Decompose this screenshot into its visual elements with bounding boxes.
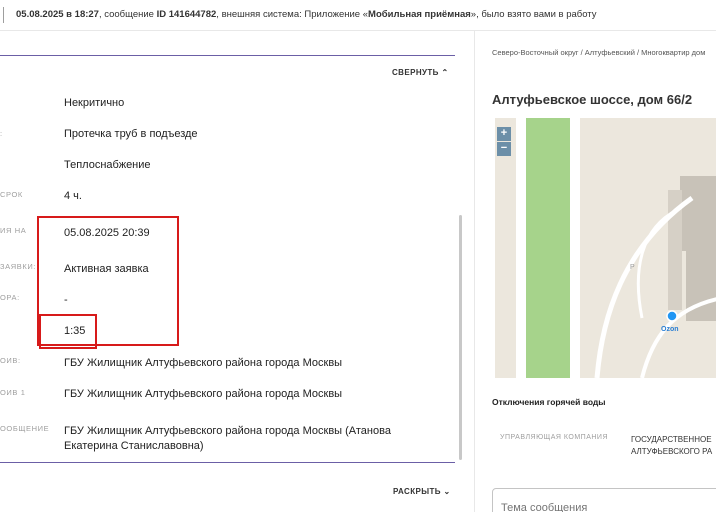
field-label: ОИВ: — [0, 356, 21, 365]
notification-text-part: , внешняя система: Приложение « — [216, 9, 369, 20]
ozon-label: Ozon — [661, 326, 679, 333]
field-executive-body-1: ГБУ Жилищник Алтуфьевского района города… — [64, 388, 343, 400]
notification-text: 05.08.2025 в 18:27, сообщение ID 1416447… — [16, 9, 597, 20]
address-title: Алтуфьевское шоссе, дом 66/2 — [492, 92, 693, 107]
field-label: ИЯ НА — [0, 226, 27, 235]
notification-system-name: Мобильная приёмная — [368, 9, 471, 20]
field-problem: Протечка труб в подъезде — [64, 128, 198, 140]
hot-water-title: Отключения горячей воды — [492, 397, 606, 407]
collapse-button[interactable]: СВЕРНУТЬ ⌃ — [392, 68, 449, 77]
field-category: Теплоснабжение — [64, 159, 151, 171]
company-value: ГОСУДАРСТВЕННОЕ АЛТУФЬЕВСКОГО РА — [631, 435, 713, 456]
notification-text-part: », было взято вами в работу — [470, 9, 597, 20]
zoom-out-button[interactable]: − — [497, 142, 511, 156]
zoom-control[interactable]: + − — [497, 127, 511, 156]
field-label: ОИВ 1 — [0, 388, 26, 397]
scrollbar[interactable] — [459, 215, 462, 460]
field-deadline: 4 ч. — [64, 190, 82, 202]
field-message-responsible: ГБУ Жилищник Алтуфьевского района города… — [64, 425, 391, 452]
notification-bar: 05.08.2025 в 18:27, сообщение ID 1416447… — [0, 0, 716, 31]
map-canvas[interactable] — [492, 118, 716, 378]
field-label: ООБЩЕНИЕ — [0, 424, 50, 433]
message-subject-input[interactable] — [501, 502, 716, 512]
ozon-marker — [666, 310, 678, 322]
message-subject-field[interactable] — [492, 488, 716, 512]
field-label: СРОК — [0, 190, 23, 199]
field-label: ОРА: — [0, 293, 20, 302]
expand-button[interactable]: РАСКРЫТЬ ⌄ — [393, 487, 451, 496]
field-criticality: Некритично — [64, 97, 125, 109]
notification-message-id: ID 141644782 — [156, 9, 217, 20]
field-executive-body: ГБУ Жилищник Алтуфьевского района города… — [64, 357, 343, 369]
zoom-in-button[interactable]: + — [497, 127, 511, 141]
park-area — [525, 118, 570, 378]
field-label: ЗАЯВКИ: — [0, 262, 36, 271]
section-divider — [0, 55, 455, 56]
company-header: УПРАВЛЯЮЩАЯ КОМПАНИЯ — [500, 434, 609, 441]
notification-text-part: , сообщение — [98, 9, 157, 20]
map[interactable]: + − P Ozon — [492, 118, 716, 378]
notification-marker — [3, 7, 4, 23]
building-shape — [680, 176, 716, 251]
section-divider — [0, 462, 455, 463]
address-panel: Северо-Восточный округ / Алтуфьевский / … — [475, 30, 716, 512]
highlight-box-time — [39, 314, 97, 349]
breadcrumb: Северо-Восточный округ / Алтуфьевский / … — [492, 48, 706, 57]
field-label: : — [0, 129, 3, 138]
parking-label: P — [630, 264, 635, 271]
notification-date: 05.08.2025 в 18:27 — [16, 9, 99, 20]
